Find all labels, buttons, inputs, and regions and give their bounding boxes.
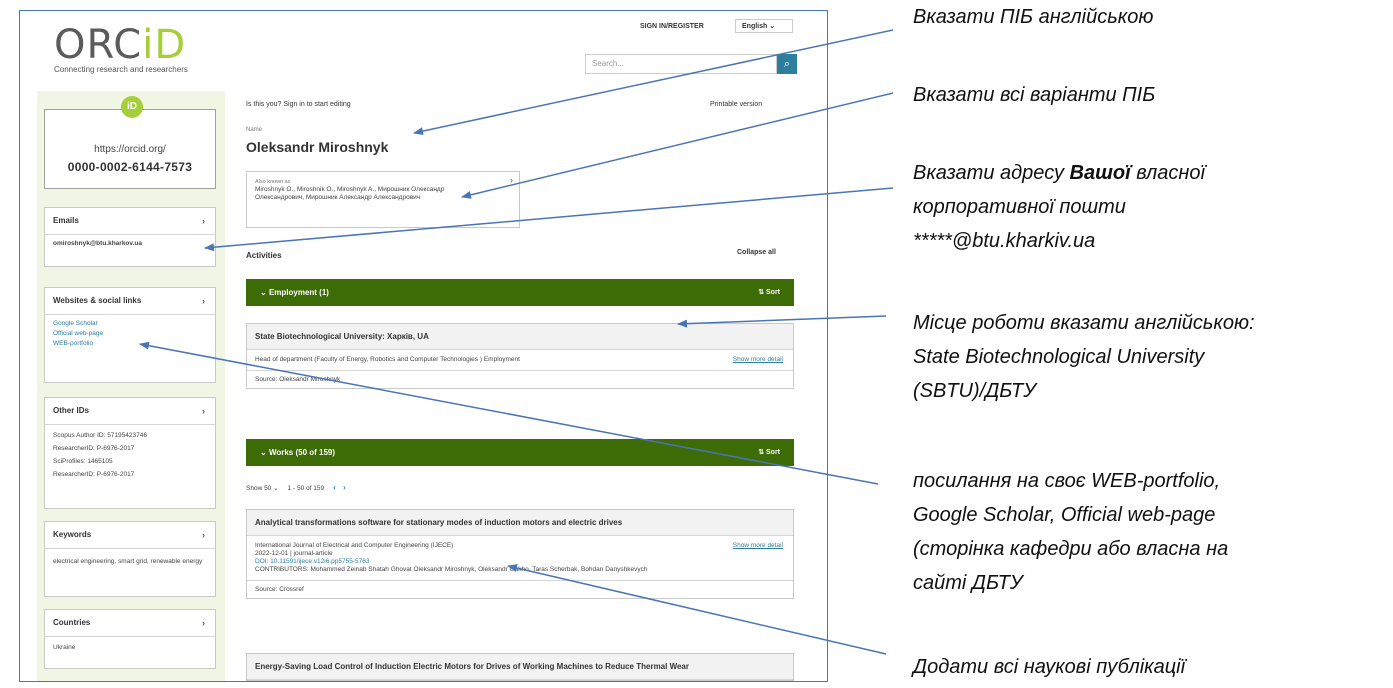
arrow-to-links: [139, 341, 879, 485]
arrow-to-email: [204, 187, 894, 252]
annotation-arrows: [139, 29, 894, 655]
arrow-to-works: [507, 564, 887, 655]
arrow-to-employment: [677, 315, 887, 328]
arrow-to-name: [413, 29, 894, 136]
